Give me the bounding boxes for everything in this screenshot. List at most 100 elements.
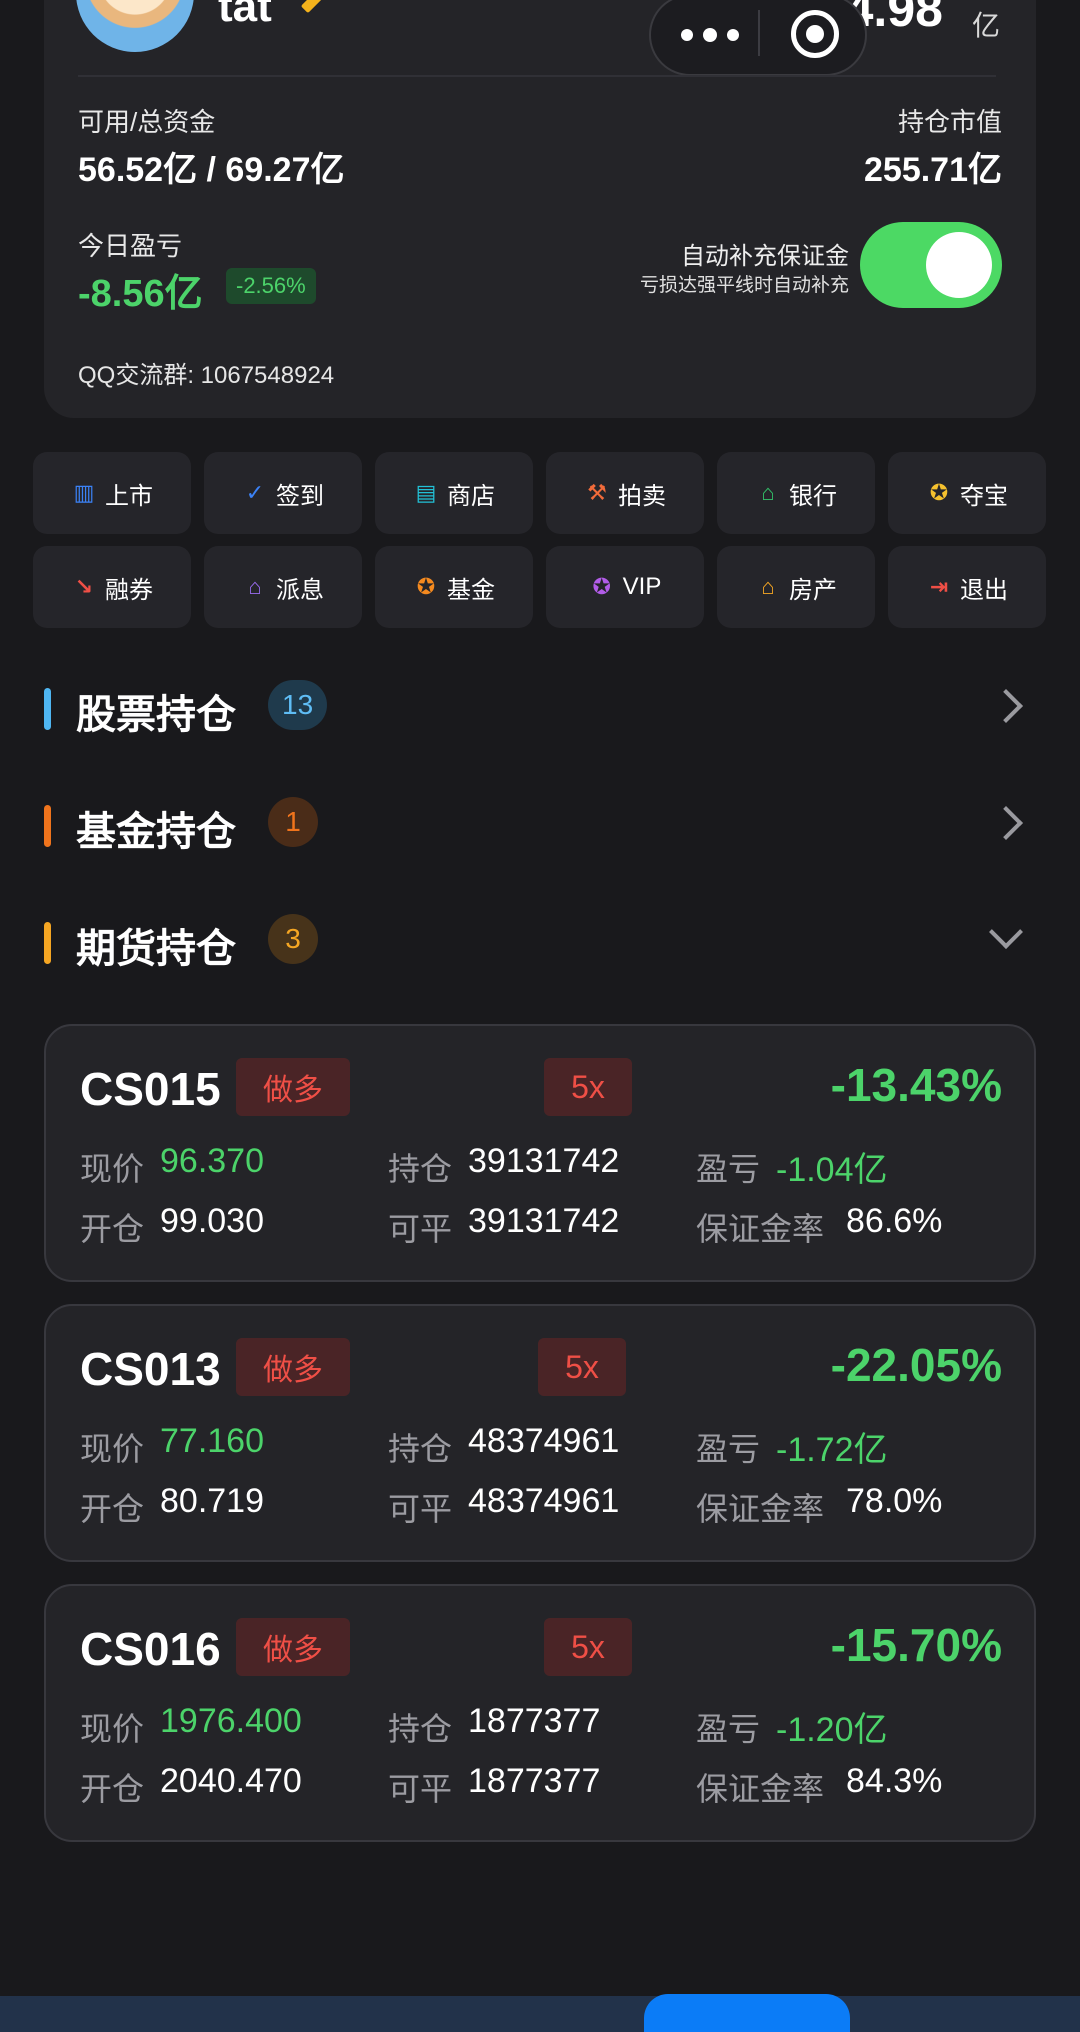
chevron-down-icon[interactable]: [989, 915, 1023, 949]
today-pnl-value: -8.56亿: [78, 273, 203, 315]
qq-group-text: QQ交流群: 1067548924: [78, 362, 335, 389]
closable-label: 可平: [388, 1491, 453, 1527]
futures-card[interactable]: CS015 做多 5x -13.43% 现价 96.370 持仓 39131742 盈亏 -1.0…: [44, 1024, 1036, 1282]
today-pnl-percent-badge: -2.56%: [226, 268, 316, 304]
margin-rate-value: 78.0%: [846, 1482, 943, 1520]
section-title: 股票持仓: [76, 693, 236, 737]
margin-rate-label: 保证金率: [696, 1211, 825, 1247]
logout-icon: ⇥: [929, 574, 949, 599]
price-value: 1976.400: [160, 1702, 302, 1740]
menu-item-9[interactable]: ✪ VIP: [546, 546, 704, 628]
open-label: 开仓: [80, 1771, 145, 1807]
pnl-label: 盈亏: [696, 1711, 761, 1747]
divider: [78, 75, 996, 77]
menu-item-6[interactable]: ↘ 融券: [33, 546, 191, 628]
username: tat: [218, 0, 272, 31]
section-header-1[interactable]: 基金持仓 1: [44, 795, 1036, 855]
direction-badge: 做多: [236, 1338, 350, 1396]
menu-item-7[interactable]: ⌂ 派息: [204, 546, 362, 628]
check-circle-icon: ✓: [245, 480, 265, 505]
pnl-label: 盈亏: [696, 1431, 761, 1467]
bank-icon: ⌂: [761, 480, 775, 505]
price-value: 96.370: [160, 1142, 264, 1180]
chevron-right-icon[interactable]: [989, 689, 1023, 723]
pnl-percent: -22.05%: [830, 1339, 1002, 1391]
auto-margin-toggle[interactable]: [860, 222, 1002, 308]
futures-card[interactable]: CS016 做多 5x -15.70% 现价 1976.400 持仓 1877377 盈亏 -1.…: [44, 1584, 1036, 1842]
menu-item-5[interactable]: ✪ 夺宝: [888, 452, 1046, 534]
pnl-percent: -15.70%: [830, 1619, 1002, 1671]
menu-item-label: 银行: [789, 482, 837, 510]
closable-label: 可平: [388, 1211, 453, 1247]
section-header-2[interactable]: 期货持仓 3: [44, 912, 1036, 972]
pnl-value: -1.72亿: [776, 1431, 888, 1469]
menu-item-label: 签到: [276, 482, 324, 510]
chevron-right-icon[interactable]: [989, 806, 1023, 840]
menu-item-label: 房产: [789, 576, 837, 604]
star-circle-icon: ✪: [416, 574, 436, 599]
futures-code: CS016: [80, 1623, 221, 1675]
close-miniprogram-icon[interactable]: [791, 10, 839, 58]
direction-badge: 做多: [236, 1058, 350, 1116]
building-icon: ▥: [73, 480, 95, 505]
margin-rate-value: 84.3%: [846, 1762, 943, 1800]
miniprogram-capsule: [649, 0, 867, 76]
section-count-badge: 3: [268, 914, 318, 964]
menu-item-1[interactable]: ✓ 签到: [204, 452, 362, 534]
menu-item-label: 基金: [447, 576, 495, 604]
margin-rate-label: 保证金率: [696, 1491, 825, 1527]
futures-card[interactable]: CS013 做多 5x -22.05% 现价 77.160 持仓 48374961 盈亏 -1.7…: [44, 1304, 1036, 1562]
section-header-0[interactable]: 股票持仓 13: [44, 678, 1036, 738]
house-icon: ⌂: [761, 574, 775, 599]
medal-icon: ✪: [592, 574, 611, 599]
hold-value: 48374961: [468, 1422, 620, 1460]
menu-item-4[interactable]: ⌂ 银行: [717, 452, 875, 534]
price-label: 现价: [80, 1151, 145, 1187]
closable-value: 48374961: [468, 1482, 620, 1520]
section-accent-bar: [44, 805, 51, 847]
available-funds-value: 56.52亿 / 69.27亿: [78, 151, 345, 189]
open-label: 开仓: [80, 1491, 145, 1527]
holding-value: 255.71亿: [864, 151, 1002, 189]
menu-item-label: 派息: [276, 576, 324, 604]
menu-item-3[interactable]: ⚒ 拍卖: [546, 452, 704, 534]
capsule-divider: [758, 10, 760, 56]
section-accent-bar: [44, 688, 51, 730]
pnl-label: 盈亏: [696, 1151, 761, 1187]
today-pnl-label: 今日盈亏: [78, 231, 183, 261]
toggle-knob: [926, 232, 992, 298]
available-funds-label: 可用/总资金: [78, 107, 216, 137]
more-icon[interactable]: [681, 24, 751, 48]
section-count-badge: 13: [268, 680, 328, 730]
gavel-icon: ⚒: [587, 480, 607, 505]
menu-item-label: 夺宝: [960, 482, 1008, 510]
section-title: 基金持仓: [76, 810, 236, 854]
auto-margin-description: 亏损达强平线时自动补充: [639, 275, 849, 296]
hold-label: 持仓: [388, 1151, 453, 1187]
menu-item-2[interactable]: ▤ 商店: [375, 452, 533, 534]
auto-margin-label: 自动补充保证金: [681, 243, 849, 270]
menu-item-label: 上市: [105, 482, 153, 510]
menu-item-10[interactable]: ⌂ 房产: [717, 546, 875, 628]
menu-item-label: VIP: [622, 573, 662, 600]
futures-code: CS015: [80, 1063, 221, 1115]
closable-label: 可平: [388, 1771, 453, 1807]
price-label: 现价: [80, 1431, 145, 1467]
price-value: 77.160: [160, 1422, 264, 1460]
menu-item-11[interactable]: ⇥ 退出: [888, 546, 1046, 628]
bottom-action-button[interactable]: [644, 1994, 850, 2032]
margin-rate-value: 86.6%: [846, 1202, 943, 1240]
pnl-value: -1.20亿: [776, 1711, 888, 1749]
menu-item-0[interactable]: ▥ 上市: [33, 452, 191, 534]
price-label: 现价: [80, 1711, 145, 1747]
open-value: 99.030: [160, 1202, 264, 1240]
menu-item-label: 融券: [105, 576, 153, 604]
pnl-percent: -13.43%: [830, 1059, 1002, 1111]
menu-item-label: 商店: [447, 482, 495, 510]
open-value: 80.719: [160, 1482, 264, 1520]
leverage-badge: 5x: [544, 1618, 632, 1676]
menu-item-8[interactable]: ✪ 基金: [375, 546, 533, 628]
pnl-value: -1.04亿: [776, 1151, 888, 1189]
menu-item-label: 退出: [960, 576, 1008, 604]
hold-label: 持仓: [388, 1711, 453, 1747]
